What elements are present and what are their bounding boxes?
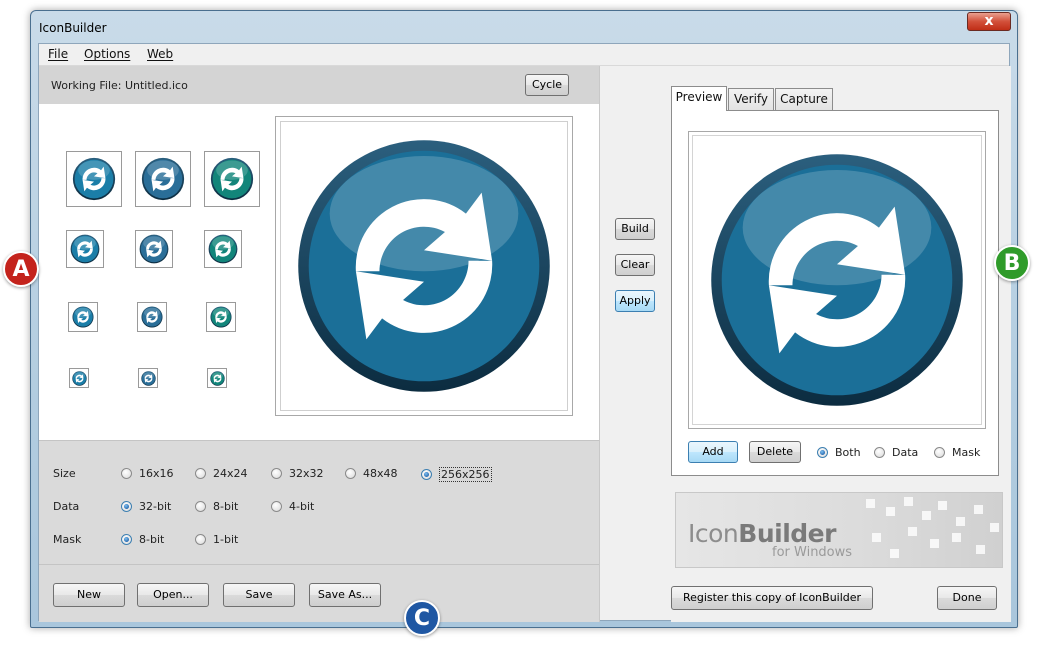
- data-32bit-radio[interactable]: 32-bit: [121, 500, 171, 513]
- menu-options[interactable]: Options: [84, 47, 130, 61]
- open-button[interactable]: Open...: [137, 583, 209, 607]
- size-16x16-radio[interactable]: 16x16: [121, 467, 174, 480]
- mask-label: Mask: [53, 533, 82, 546]
- menu-file[interactable]: File: [48, 47, 68, 61]
- refresh-sync-icon: [141, 157, 185, 201]
- add-button[interactable]: Add: [688, 441, 738, 463]
- build-controls: Build Clear Apply: [601, 66, 671, 622]
- refresh-sync-icon: [72, 157, 116, 201]
- client-area: File Options Web Working File: Untitled.…: [38, 43, 1011, 622]
- view-mask-radio[interactable]: Mask: [934, 446, 980, 459]
- view-both-radio[interactable]: Both: [817, 446, 861, 459]
- iconbuilder-banner: IconBuilder for Windows: [675, 492, 1003, 568]
- done-button[interactable]: Done: [937, 586, 997, 610]
- cycle-button[interactable]: Cycle: [525, 74, 569, 96]
- register-button[interactable]: Register this copy of IconBuilder: [671, 586, 873, 610]
- size-32x32-radio[interactable]: 32x32: [271, 467, 324, 480]
- refresh-sync-icon: [210, 157, 254, 201]
- brand-logo: IconBuilder: [688, 519, 836, 548]
- size-label: Size: [53, 467, 76, 480]
- window-title: IconBuilder: [39, 21, 107, 35]
- tab-verify[interactable]: Verify: [728, 88, 774, 111]
- data-8bit-radio[interactable]: 8-bit: [195, 500, 238, 513]
- build-button[interactable]: Build: [615, 218, 655, 240]
- new-button[interactable]: New: [53, 583, 125, 607]
- mask-1bit-radio[interactable]: 1-bit: [195, 533, 238, 546]
- refresh-sync-icon: [210, 371, 225, 386]
- refresh-sync-icon: [72, 306, 94, 328]
- callout-c: C: [404, 600, 440, 636]
- refresh-sync-icon: [210, 306, 232, 328]
- refresh-sync-icon: [72, 371, 87, 386]
- working-file-label: Working File: Untitled.ico: [51, 79, 188, 92]
- icon-thumb-24-32bit[interactable]: [68, 302, 98, 332]
- icon-thumb-32-4bit[interactable]: [204, 230, 242, 268]
- left-pane: Working File: Untitled.ico Cycle Size 16…: [39, 66, 600, 622]
- large-icon-canvas[interactable]: [275, 116, 573, 416]
- callout-b: B: [994, 245, 1030, 281]
- icon-thumb-32-8bit[interactable]: [135, 230, 173, 268]
- icon-variants-area: [39, 104, 599, 440]
- size-24x24-radio[interactable]: 24x24: [195, 467, 248, 480]
- callout-a: A: [3, 251, 39, 287]
- refresh-sync-icon: [208, 234, 238, 264]
- close-button[interactable]: x: [967, 12, 1011, 31]
- size-48x48-radio[interactable]: 48x48: [345, 467, 398, 480]
- preview-panel: Add Delete Both Data Mask: [671, 110, 999, 476]
- refresh-sync-icon: [141, 306, 163, 328]
- clear-button[interactable]: Clear: [615, 254, 655, 276]
- format-options: Size 16x16 24x24 32x32 48x48 256x256 Dat…: [39, 440, 599, 564]
- mask-8bit-radio[interactable]: 8-bit: [121, 533, 164, 546]
- preview-canvas: [688, 131, 986, 429]
- icon-thumb-16-8bit[interactable]: [138, 368, 158, 388]
- data-4bit-radio[interactable]: 4-bit: [271, 500, 314, 513]
- icon-thumb-16-4bit[interactable]: [207, 368, 227, 388]
- size-256x256-radio[interactable]: 256x256: [421, 467, 492, 482]
- right-pane: Preview Verify Capture Add Delete Both D…: [671, 66, 1011, 622]
- save-button[interactable]: Save: [223, 583, 295, 607]
- menu-web[interactable]: Web: [147, 47, 173, 61]
- refresh-sync-icon: [70, 234, 100, 264]
- app-window: IconBuilder x File Options Web Working F…: [30, 10, 1018, 628]
- icon-thumb-24-8bit[interactable]: [137, 302, 167, 332]
- icon-thumb-48-4bit[interactable]: [204, 151, 260, 207]
- delete-button[interactable]: Delete: [749, 441, 801, 463]
- data-label: Data: [53, 500, 80, 513]
- icon-thumb-48-8bit[interactable]: [135, 151, 191, 207]
- refresh-sync-icon: [706, 149, 968, 411]
- icon-thumb-24-4bit[interactable]: [206, 302, 236, 332]
- refresh-sync-icon: [293, 135, 555, 397]
- icon-thumb-48-32bit[interactable]: [66, 151, 122, 207]
- view-data-radio[interactable]: Data: [874, 446, 918, 459]
- refresh-sync-icon: [139, 234, 169, 264]
- refresh-sync-icon: [141, 371, 156, 386]
- tab-capture[interactable]: Capture: [775, 88, 833, 111]
- tab-preview[interactable]: Preview: [671, 86, 727, 111]
- save-as-button[interactable]: Save As...: [309, 583, 381, 607]
- brand-subtitle: for Windows: [772, 545, 853, 560]
- menu-bar: File Options Web: [39, 44, 1009, 66]
- apply-button[interactable]: Apply: [615, 290, 655, 312]
- title-bar[interactable]: IconBuilder x: [31, 11, 1017, 43]
- file-actions-bar: New Open... Save Save As...: [39, 564, 599, 622]
- working-file-header: Working File: Untitled.ico Cycle: [39, 66, 599, 104]
- icon-thumb-32-32bit[interactable]: [66, 230, 104, 268]
- icon-thumb-16-32bit[interactable]: [69, 368, 89, 388]
